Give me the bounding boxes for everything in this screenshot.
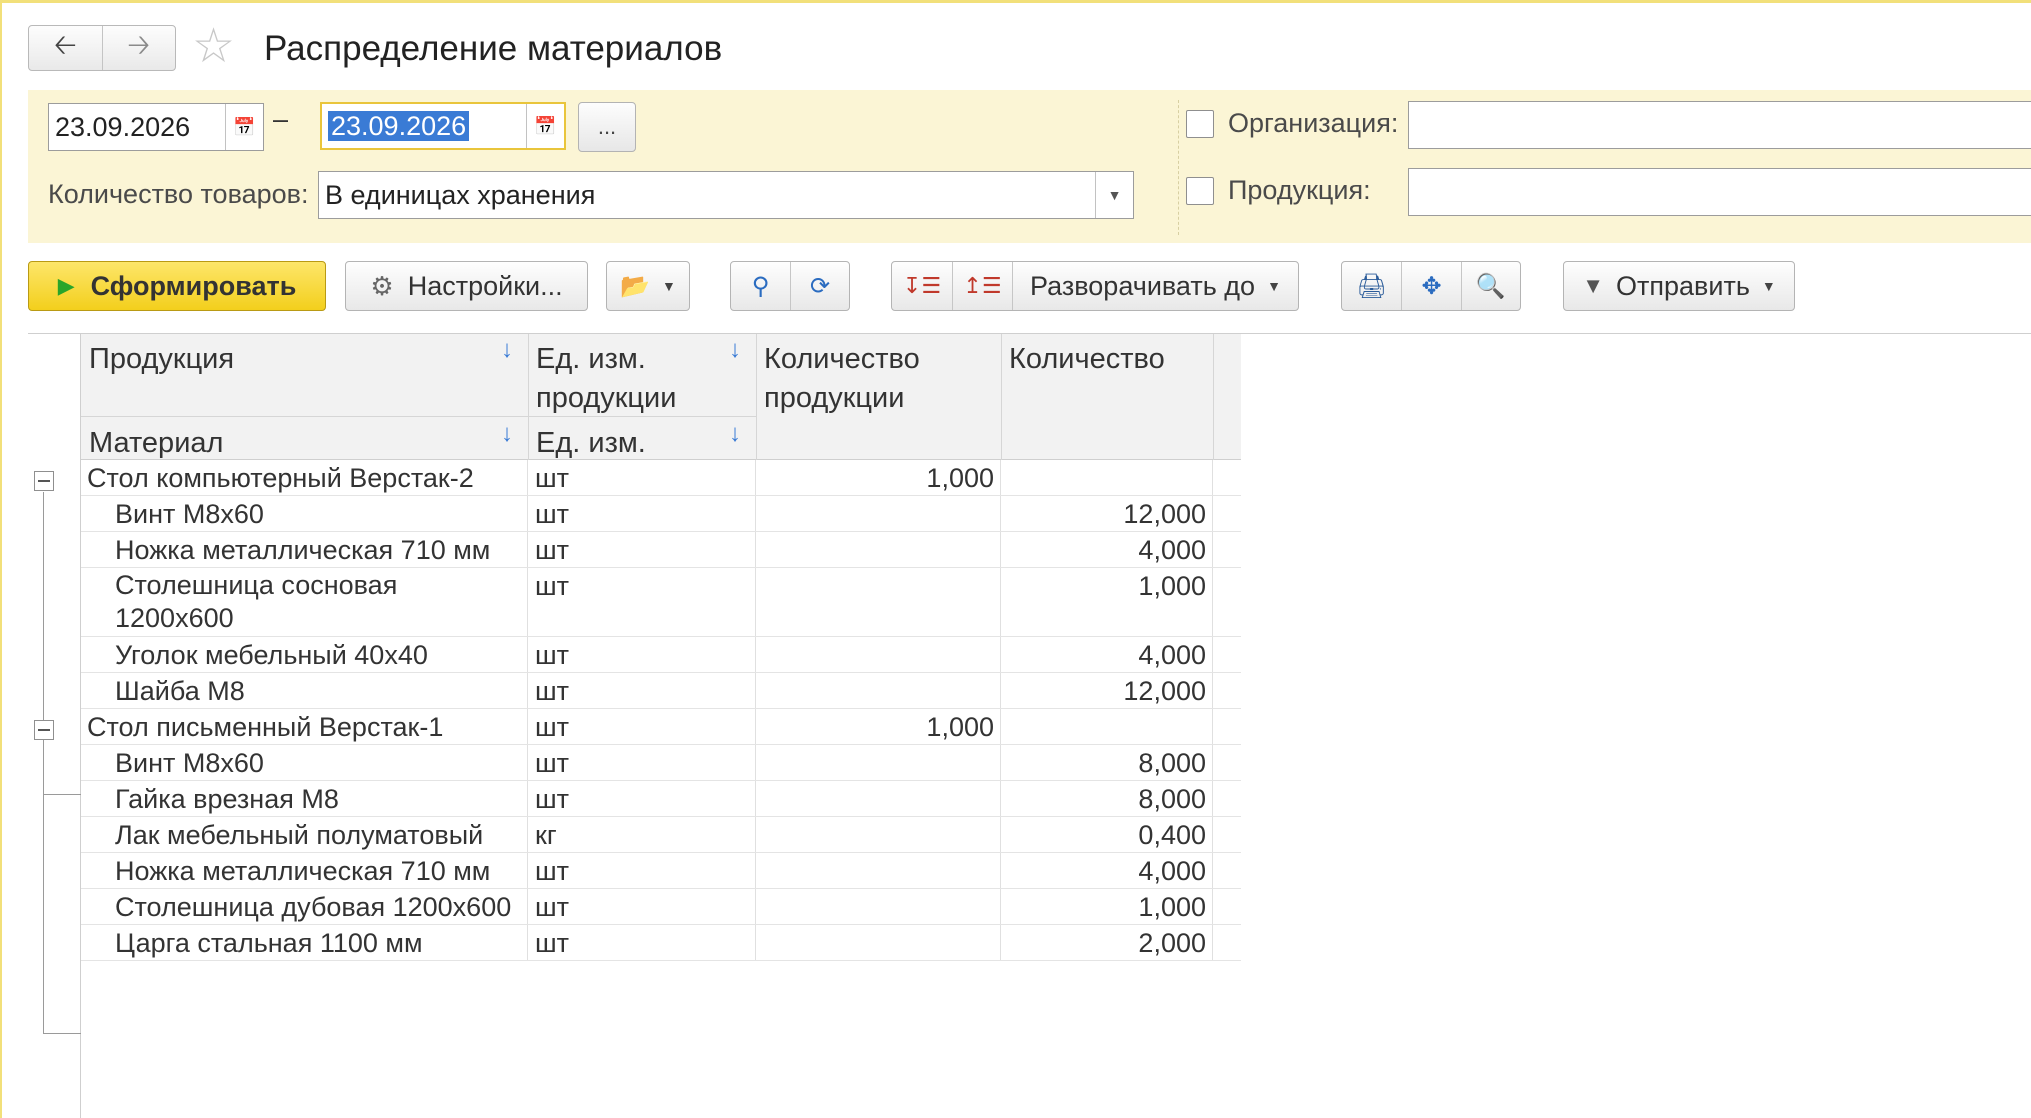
page-title: Распределение материалов xyxy=(264,29,723,68)
sort-arrow-icon: ↓ xyxy=(501,420,513,447)
table-row[interactable]: Винт М8х60 шт 12,000 xyxy=(81,496,1241,532)
date-from-value: 23.09.2026 xyxy=(55,111,191,142)
collapse-group-1-icon[interactable] xyxy=(34,471,54,491)
table-row[interactable]: Уголок мебельный 40х40 шт 4,000 xyxy=(81,637,1241,673)
expand-to-dropdown[interactable]: Разворачивать до ▼ xyxy=(1012,262,1298,310)
calendar-icon[interactable]: 📅 xyxy=(225,104,263,150)
table-row-group[interactable]: Стол письменный Верстак-1 шт 1,000 xyxy=(81,709,1241,745)
product-field[interactable] xyxy=(1408,168,2031,216)
sort-arrow-icon: ↓ xyxy=(729,420,741,447)
quantity-select[interactable]: В единицах хранения ▼ xyxy=(318,171,1134,219)
table-row[interactable]: Винт М8х60 шт 8,000 xyxy=(81,745,1241,781)
print-icon[interactable]: 🖨 xyxy=(1342,262,1401,310)
table-row[interactable]: Ножка металлическая 710 мм шт 4,000 xyxy=(81,532,1241,568)
chevron-down-icon: ▼ xyxy=(1267,278,1281,294)
organization-checkbox[interactable] xyxy=(1186,110,1214,138)
header-product-qty[interactable]: Количество продукции xyxy=(756,334,986,424)
chevron-down-icon[interactable]: ▼ xyxy=(1095,172,1133,218)
calendar-icon[interactable]: 📅 xyxy=(526,104,564,148)
tree-line xyxy=(43,741,44,1033)
sort-arrow-icon: ↓ xyxy=(729,336,741,363)
play-icon: ▶ xyxy=(57,273,75,298)
generate-button[interactable]: ▶ Сформировать xyxy=(28,261,326,311)
tree-line xyxy=(43,1033,81,1034)
table-header: Продукция ↓ Материал ↓ Ед. изм. продукци… xyxy=(81,334,1241,460)
table-row-group[interactable]: Стол компьютерный Верстак-2 шт 1,000 xyxy=(81,460,1241,496)
favorite-star-icon[interactable]: ☆ xyxy=(192,23,235,71)
table-row[interactable]: Гайка врезная М8 шт 8,000 xyxy=(81,781,1241,817)
product-checkbox[interactable] xyxy=(1186,177,1214,205)
expand-all-icon[interactable]: ↧☰ xyxy=(892,262,952,310)
send-button[interactable]: ▼ Отправить ▼ xyxy=(1563,261,1795,311)
chevron-down-icon: ▼ xyxy=(662,278,676,294)
organization-label: Организация: xyxy=(1228,108,1399,138)
arrow-right-icon[interactable]: 🡢 xyxy=(101,26,176,70)
search-group: ⚲ ⟳ xyxy=(730,261,850,311)
date-to-field[interactable]: 23.09.2026 📅 xyxy=(320,102,566,150)
header-qty[interactable]: Количество xyxy=(1001,334,1173,385)
organization-field[interactable] xyxy=(1408,101,2031,149)
search-icon[interactable]: ⚲ xyxy=(731,262,790,310)
header-product[interactable]: Продукция xyxy=(81,334,242,385)
settings-button[interactable]: ⚙ Настройки... xyxy=(345,261,588,311)
table-row[interactable]: Ножка металлическая 710 мм шт 4,000 xyxy=(81,853,1241,889)
product-label: Продукция: xyxy=(1228,175,1371,205)
print-group: 🖨 ✥ 🔍 xyxy=(1341,261,1521,311)
chevron-down-icon: ▼ xyxy=(1761,278,1776,294)
table-row[interactable]: Царга стальная 1100 мм шт 2,000 xyxy=(81,925,1241,961)
report-variant-button[interactable]: 📂 ▼ xyxy=(606,261,690,311)
collapse-group-2-icon[interactable] xyxy=(34,720,54,740)
collapse-all-icon[interactable]: ↥☰ xyxy=(952,262,1012,310)
send-icon: ▼ xyxy=(1582,273,1605,298)
arrow-left-icon[interactable]: 🡠 xyxy=(29,26,102,70)
filter-divider xyxy=(1178,100,1179,235)
report-variant-icon: 📂 xyxy=(620,272,651,300)
date-from-field[interactable]: 23.09.2026 📅 xyxy=(48,103,264,151)
fit-to-page-icon[interactable]: ✥ xyxy=(1401,262,1460,310)
table-row[interactable]: Столешница дубовая 1200х600 шт 1,000 xyxy=(81,889,1241,925)
period-select-button[interactable]: ... xyxy=(578,102,636,152)
search-clear-icon[interactable]: ⟳ xyxy=(789,262,849,310)
date-range-dash: – xyxy=(273,104,289,134)
report-window: 🡠 🡢 ☆ Распределение материалов 23.09.202… xyxy=(0,0,2031,1118)
report-spreadsheet[interactable]: Продукция ↓ Материал ↓ Ед. изм. продукци… xyxy=(28,333,2031,1118)
quantity-select-value: В единицах хранения xyxy=(325,179,596,210)
quantity-label: Количество товаров: xyxy=(48,179,309,209)
table-row[interactable]: Столешница сосновая 1200х600 шт 1,000 xyxy=(81,568,1241,637)
header-product-unit[interactable]: Ед. изм. продукции xyxy=(528,334,728,424)
print-preview-icon[interactable]: 🔍 xyxy=(1460,262,1520,310)
date-to-value: 23.09.2026 xyxy=(328,110,470,141)
tree-line xyxy=(43,794,81,795)
table-row[interactable]: Лак мебельный полуматовый кг 0,400 xyxy=(81,817,1241,853)
settings-gear-icon: ⚙ xyxy=(370,270,394,301)
grouping-group: ↧☰ ↥☰ Разворачивать до ▼ xyxy=(891,261,1299,311)
navigation-buttons: 🡠 🡢 xyxy=(28,25,176,71)
sort-arrow-icon: ↓ xyxy=(501,336,513,363)
table-row[interactable]: Шайба М8 шт 12,000 xyxy=(81,673,1241,709)
